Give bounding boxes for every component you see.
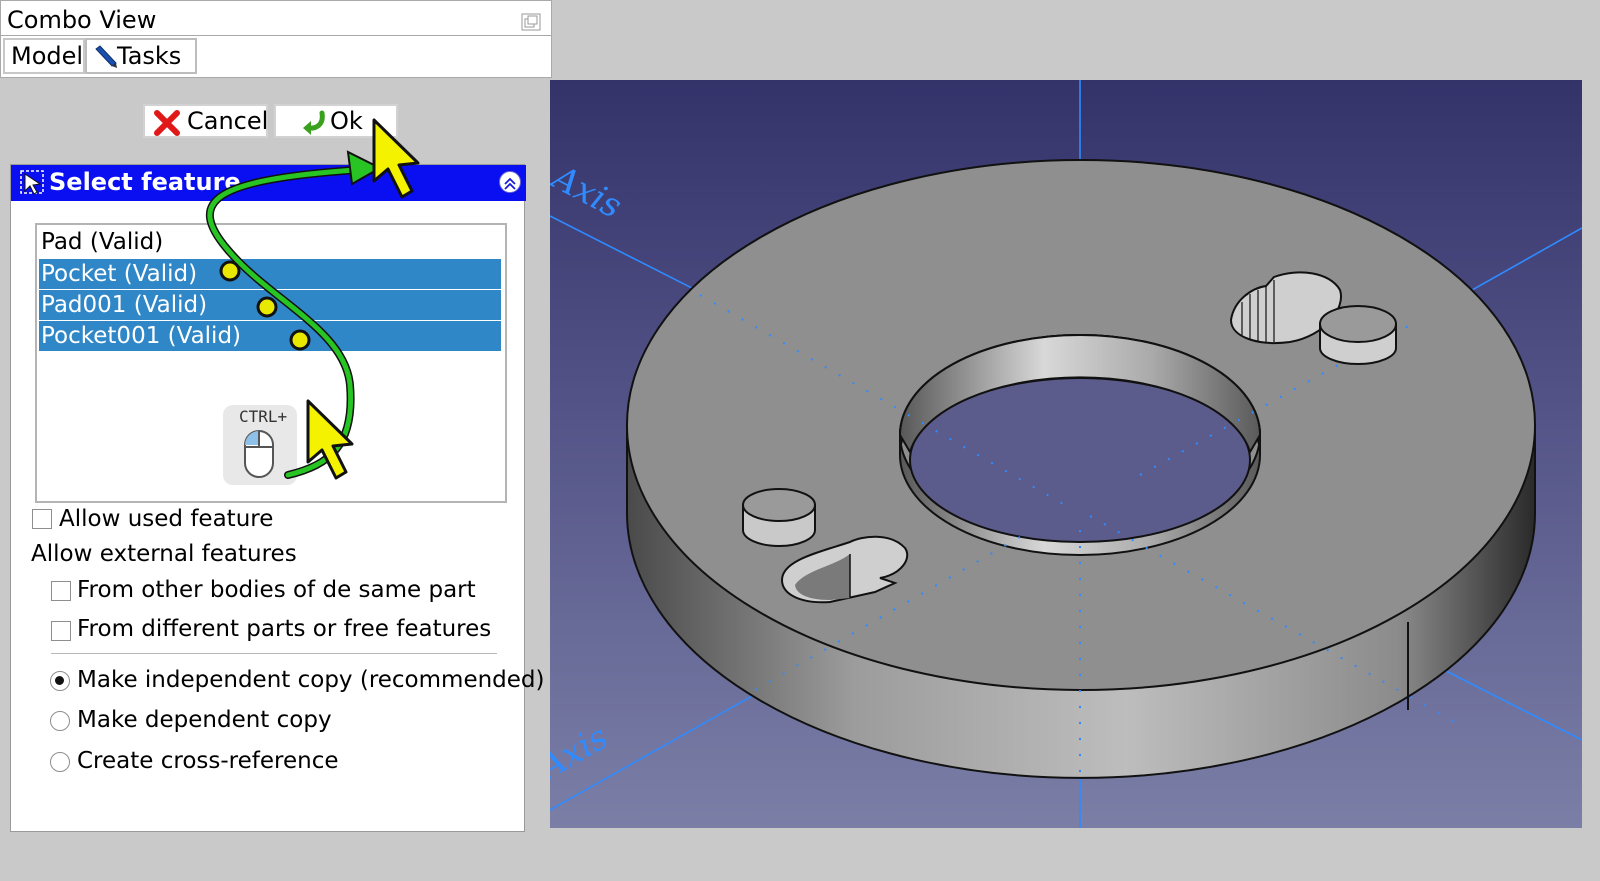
bottom-strip (0, 832, 1600, 881)
yellow-cursor-icon (372, 118, 420, 199)
tutorial-overlay (206, 118, 420, 480)
